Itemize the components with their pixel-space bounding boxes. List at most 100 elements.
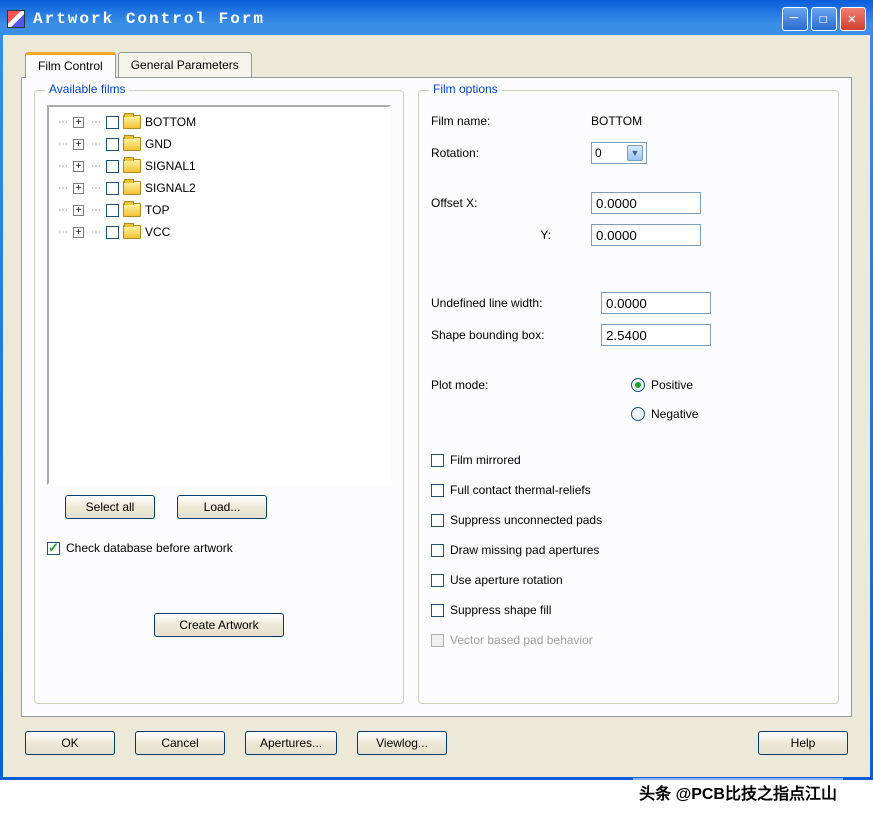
film-checkbox[interactable]	[106, 138, 119, 151]
tree-row[interactable]: ⋯ + ⋯ SIGNAL2	[55, 177, 383, 199]
undef-lw-label: Undefined line width:	[431, 296, 601, 310]
full-contact-checkbox[interactable]	[431, 484, 444, 497]
app-icon	[7, 10, 25, 28]
tree-row[interactable]: ⋯ + ⋯ VCC	[55, 221, 383, 243]
use-aperture-checkbox[interactable]	[431, 574, 444, 587]
chevron-down-icon[interactable]: ▼	[627, 145, 643, 161]
tree-row[interactable]: ⋯ + ⋯ BOTTOM	[55, 111, 383, 133]
create-artwork-button[interactable]: Create Artwork	[154, 613, 284, 637]
film-mirrored-label: Film mirrored	[450, 453, 521, 467]
film-checkbox[interactable]	[106, 116, 119, 129]
rotation-label: Rotation:	[431, 146, 591, 160]
ok-button[interactable]: OK	[25, 731, 115, 755]
cancel-button[interactable]: Cancel	[135, 731, 225, 755]
client-area: Film Control General Parameters Availabl…	[3, 35, 870, 777]
film-options-group: Film options Film name: BOTTOM Rotation:…	[418, 90, 839, 704]
folder-icon	[123, 225, 141, 239]
plot-mode-label: Plot mode:	[431, 378, 591, 392]
close-button[interactable]: ✕	[840, 7, 866, 31]
shape-bb-input[interactable]	[601, 324, 711, 346]
folder-icon	[123, 137, 141, 151]
undef-lw-input[interactable]	[601, 292, 711, 314]
expand-icon[interactable]: +	[73, 227, 84, 238]
tree-connector-icon: ⋯	[55, 139, 69, 150]
suppress-fill-checkbox[interactable]	[431, 604, 444, 617]
tabstrip: Film Control General Parameters	[25, 49, 852, 77]
tab-film-control[interactable]: Film Control	[25, 52, 116, 78]
tree-connector-icon: ⋯	[88, 205, 102, 216]
available-films-group: Available films ⋯ + ⋯ BOTTOM ⋯ +	[34, 90, 404, 704]
film-label: TOP	[145, 203, 169, 217]
film-checkbox[interactable]	[106, 160, 119, 173]
suppress-pads-label: Suppress unconnected pads	[450, 513, 602, 527]
film-label: SIGNAL1	[145, 159, 196, 173]
film-label: VCC	[145, 225, 170, 239]
check-db-checkbox[interactable]	[47, 542, 60, 555]
tab-general-parameters[interactable]: General Parameters	[118, 52, 252, 77]
folder-icon	[123, 159, 141, 173]
tree-connector-icon: ⋯	[88, 183, 102, 194]
film-label: SIGNAL2	[145, 181, 196, 195]
expand-icon[interactable]: +	[73, 117, 84, 128]
negative-label: Negative	[651, 407, 698, 421]
full-contact-label: Full contact thermal-reliefs	[450, 483, 591, 497]
expand-icon[interactable]: +	[73, 139, 84, 150]
minimize-button[interactable]: ─	[782, 7, 808, 31]
suppress-fill-label: Suppress shape fill	[450, 603, 551, 617]
film-name-label: Film name:	[431, 114, 591, 128]
film-checkbox[interactable]	[106, 182, 119, 195]
folder-icon	[123, 115, 141, 129]
offset-x-label: Offset X:	[431, 196, 591, 210]
rotation-value: 0	[595, 146, 602, 160]
watermark: 头条 @PCB比技之指点江山	[633, 778, 843, 806]
offset-y-label: Y:	[431, 228, 561, 242]
tree-connector-icon: ⋯	[55, 161, 69, 172]
apertures-button[interactable]: Apertures...	[245, 731, 337, 755]
positive-label: Positive	[651, 378, 693, 392]
titlebar[interactable]: Artwork Control Form ─ ☐ ✕	[3, 3, 870, 35]
expand-icon[interactable]: +	[73, 205, 84, 216]
offset-y-input[interactable]	[591, 224, 701, 246]
bottom-button-bar: OK Cancel Apertures... Viewlog... Help	[21, 717, 852, 759]
negative-radio[interactable]	[631, 407, 645, 421]
film-checkbox[interactable]	[106, 204, 119, 217]
tree-connector-icon: ⋯	[55, 183, 69, 194]
expand-icon[interactable]: +	[73, 161, 84, 172]
tree-connector-icon: ⋯	[88, 117, 102, 128]
use-aperture-label: Use aperture rotation	[450, 573, 563, 587]
vector-pad-label: Vector based pad behavior	[450, 633, 593, 647]
film-mirrored-checkbox[interactable]	[431, 454, 444, 467]
positive-radio[interactable]	[631, 378, 645, 392]
select-all-button[interactable]: Select all	[65, 495, 155, 519]
tree-row[interactable]: ⋯ + ⋯ TOP	[55, 199, 383, 221]
tree-connector-icon: ⋯	[88, 161, 102, 172]
folder-icon	[123, 203, 141, 217]
tree-connector-icon: ⋯	[55, 227, 69, 238]
viewlog-button[interactable]: Viewlog...	[357, 731, 447, 755]
draw-missing-label: Draw missing pad apertures	[450, 543, 599, 557]
film-label: GND	[145, 137, 172, 151]
offset-x-input[interactable]	[591, 192, 701, 214]
tree-connector-icon: ⋯	[55, 205, 69, 216]
films-tree[interactable]: ⋯ + ⋯ BOTTOM ⋯ + ⋯	[47, 105, 391, 485]
tree-connector-icon: ⋯	[88, 227, 102, 238]
film-options-legend: Film options	[429, 82, 502, 96]
load-button[interactable]: Load...	[177, 495, 267, 519]
tree-row[interactable]: ⋯ + ⋯ SIGNAL1	[55, 155, 383, 177]
window-title: Artwork Control Form	[33, 10, 265, 28]
film-name-value: BOTTOM	[591, 114, 642, 128]
tab-panel: Available films ⋯ + ⋯ BOTTOM ⋯ +	[21, 77, 852, 717]
available-films-legend: Available films	[45, 82, 129, 96]
rotation-select[interactable]: 0 ▼	[591, 142, 647, 164]
folder-icon	[123, 181, 141, 195]
tree-row[interactable]: ⋯ + ⋯ GND	[55, 133, 383, 155]
expand-icon[interactable]: +	[73, 183, 84, 194]
suppress-pads-checkbox[interactable]	[431, 514, 444, 527]
tree-connector-icon: ⋯	[88, 139, 102, 150]
film-checkbox[interactable]	[106, 226, 119, 239]
draw-missing-checkbox[interactable]	[431, 544, 444, 557]
help-button[interactable]: Help	[758, 731, 848, 755]
maximize-button[interactable]: ☐	[811, 7, 837, 31]
vector-pad-checkbox	[431, 634, 444, 647]
film-label: BOTTOM	[145, 115, 196, 129]
